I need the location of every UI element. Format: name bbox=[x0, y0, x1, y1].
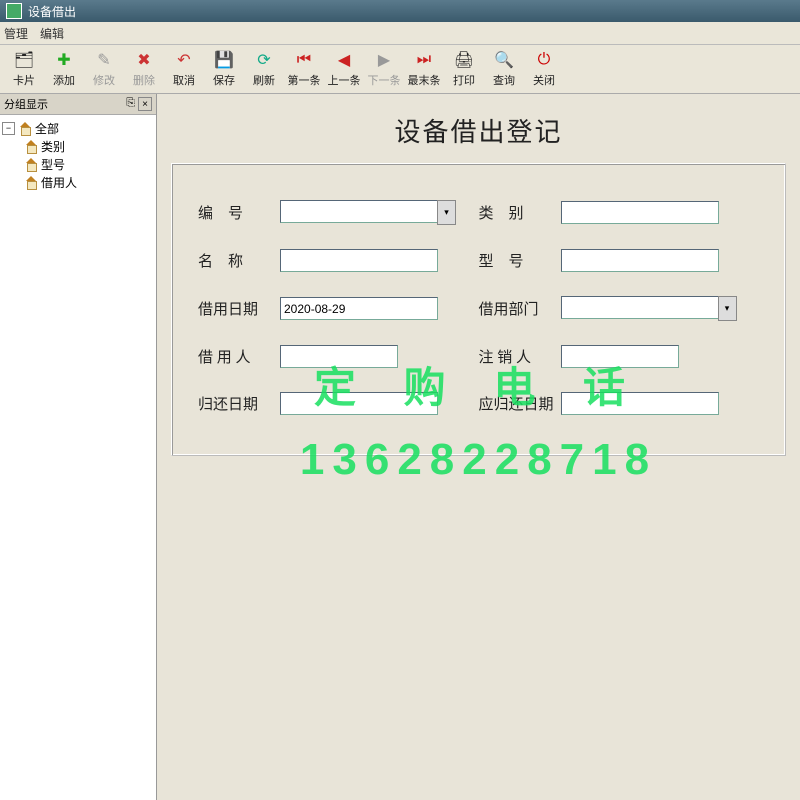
delete-button[interactable]: ✖删除 bbox=[124, 47, 164, 91]
sidebar-title: 分组显示 bbox=[4, 96, 48, 112]
sidebar-close-icon[interactable]: × bbox=[138, 97, 152, 111]
number-input[interactable] bbox=[280, 200, 438, 223]
tree-root[interactable]: − 全部 bbox=[2, 119, 154, 137]
house-icon bbox=[24, 176, 38, 188]
next-icon: ▶ bbox=[374, 50, 394, 70]
refresh-button[interactable]: ⟳刷新 bbox=[244, 47, 284, 91]
tree-item-model[interactable]: 型号 bbox=[24, 155, 154, 173]
model-label: 型 号 bbox=[479, 250, 561, 271]
first-button[interactable]: ⏮第一条 bbox=[284, 47, 324, 91]
return-date-label: 归还日期 bbox=[198, 393, 280, 414]
window-title: 设备借出 bbox=[28, 3, 76, 20]
prev-button[interactable]: ◀上一条 bbox=[324, 47, 364, 91]
name-label: 名 称 bbox=[198, 250, 280, 271]
borrow-date-input[interactable] bbox=[280, 297, 438, 320]
print-button[interactable]: 🖨打印 bbox=[444, 47, 484, 91]
add-icon: ✚ bbox=[54, 50, 74, 70]
collapse-icon[interactable]: − bbox=[2, 122, 15, 135]
house-icon bbox=[24, 140, 38, 152]
due-date-input[interactable] bbox=[561, 392, 719, 415]
card-icon: 🗂 bbox=[14, 50, 34, 70]
save-button[interactable]: 💾保存 bbox=[204, 47, 244, 91]
borrower-label: 借 用 人 bbox=[198, 346, 280, 367]
menu-edit[interactable]: 编辑 bbox=[40, 25, 64, 42]
card-button[interactable]: 🗂卡片 bbox=[4, 47, 44, 91]
category-label: 类 别 bbox=[479, 202, 561, 223]
modify-button[interactable]: ✎修改 bbox=[84, 47, 124, 91]
borrow-date-label: 借用日期 bbox=[198, 298, 280, 319]
close-button[interactable]: ⏻关闭 bbox=[524, 47, 564, 91]
cancel-button[interactable]: ↶取消 bbox=[164, 47, 204, 91]
due-date-label: 应归还日期 bbox=[479, 393, 561, 414]
delete-icon: ✖ bbox=[134, 50, 154, 70]
close-icon: ⏻ bbox=[534, 50, 554, 70]
house-icon bbox=[18, 122, 32, 134]
save-icon: 💾 bbox=[214, 50, 234, 70]
main-panel: 设备借出登记 编 号 ▾ 类 别 名 称 bbox=[157, 94, 800, 800]
prev-icon: ◀ bbox=[334, 50, 354, 70]
borrow-dept-label: 借用部门 bbox=[479, 298, 561, 319]
category-input[interactable] bbox=[561, 201, 719, 224]
tree-view[interactable]: − 全部 类别 型号 借用人 bbox=[0, 115, 156, 195]
last-icon: ⏭ bbox=[414, 50, 434, 70]
modify-icon: ✎ bbox=[94, 50, 114, 70]
toolbar: 🗂卡片 ✚添加 ✎修改 ✖删除 ↶取消 💾保存 ⟳刷新 ⏮第一条 ◀上一条 ▶下… bbox=[0, 45, 800, 94]
first-icon: ⏮ bbox=[294, 50, 314, 70]
menu-manage[interactable]: 管理 bbox=[4, 25, 28, 42]
cancel-icon: ↶ bbox=[174, 50, 194, 70]
last-button[interactable]: ⏭最末条 bbox=[404, 47, 444, 91]
borrower-input[interactable] bbox=[280, 345, 398, 368]
query-icon: 🔍 bbox=[494, 50, 514, 70]
borrow-dept-input[interactable] bbox=[561, 296, 719, 319]
borrow-dept-dropdown-icon[interactable]: ▾ bbox=[718, 296, 737, 321]
app-icon bbox=[6, 3, 22, 19]
canceller-label: 注 销 人 bbox=[479, 346, 561, 367]
number-label: 编 号 bbox=[198, 202, 280, 223]
house-icon bbox=[24, 158, 38, 170]
next-button[interactable]: ▶下一条 bbox=[364, 47, 404, 91]
tree-root-label: 全部 bbox=[35, 120, 59, 137]
name-input[interactable] bbox=[280, 249, 438, 272]
tree-item-borrower[interactable]: 借用人 bbox=[24, 173, 154, 191]
page-title: 设备借出登记 bbox=[165, 102, 792, 163]
query-button[interactable]: 🔍查询 bbox=[484, 47, 524, 91]
number-dropdown-icon[interactable]: ▾ bbox=[437, 200, 456, 225]
model-input[interactable] bbox=[561, 249, 719, 272]
canceller-input[interactable] bbox=[561, 345, 679, 368]
tree-item-category[interactable]: 类别 bbox=[24, 137, 154, 155]
add-button[interactable]: ✚添加 bbox=[44, 47, 84, 91]
sidebar-pin-icon[interactable]: ⎘ bbox=[126, 97, 135, 111]
refresh-icon: ⟳ bbox=[254, 50, 274, 70]
sidebar: 分组显示 ⎘ × − 全部 类别 型号 借用人 bbox=[0, 94, 157, 800]
form-frame: 编 号 ▾ 类 别 名 称 型 号 bbox=[171, 163, 786, 456]
window-titlebar: 设备借出 bbox=[0, 0, 800, 22]
print-icon: 🖨 bbox=[454, 50, 474, 70]
sidebar-header: 分组显示 ⎘ × bbox=[0, 94, 156, 115]
return-date-input[interactable] bbox=[280, 392, 438, 415]
menu-bar: 管理 编辑 bbox=[0, 22, 800, 45]
